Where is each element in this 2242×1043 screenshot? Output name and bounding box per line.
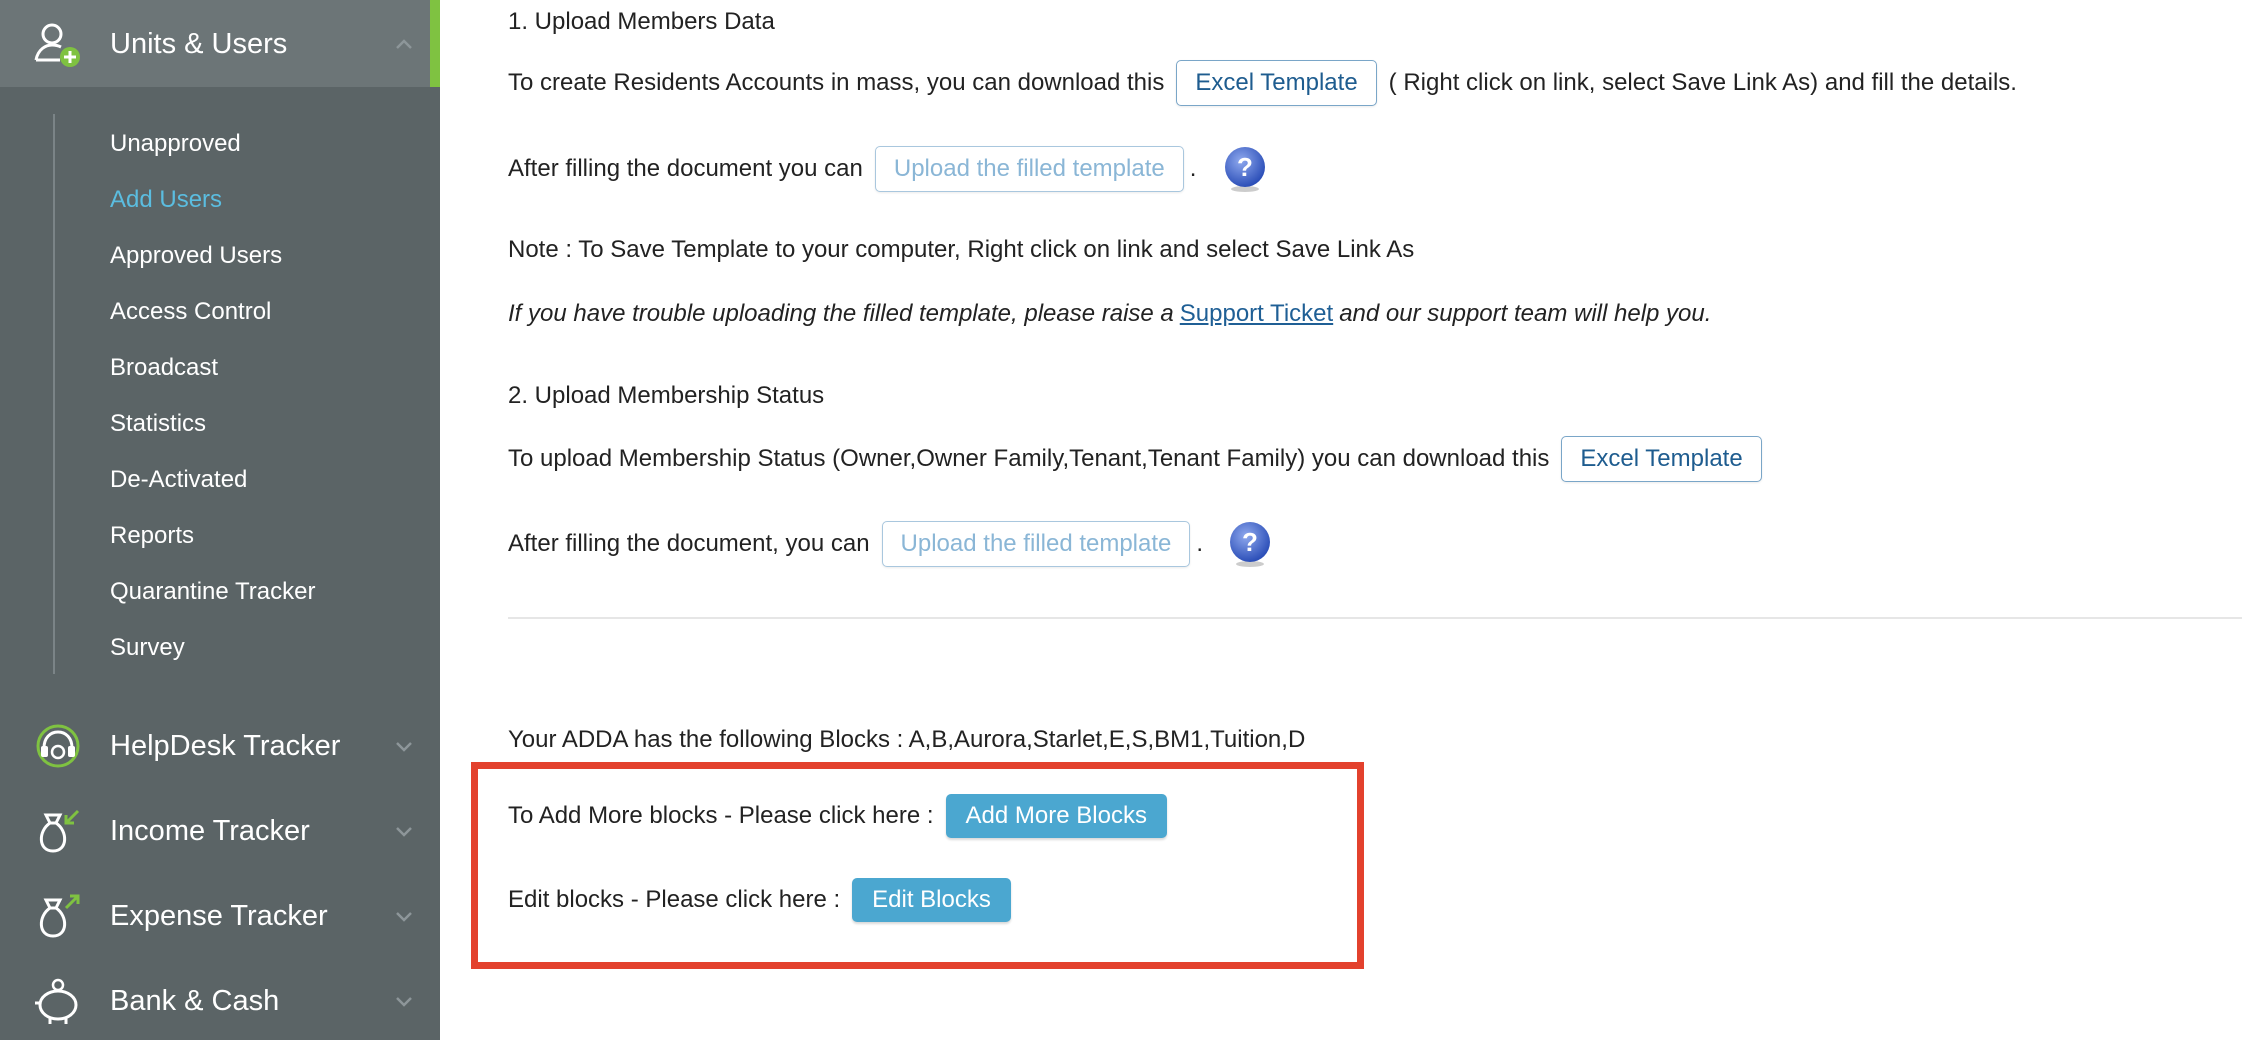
section-heading-upload-membership-status: 2. Upload Membership Status (508, 382, 825, 409)
sidebar-section-units-users[interactable]: Units & Users (0, 2, 440, 86)
chevron-down-icon (396, 827, 412, 837)
sidebar-item-quarantine-tracker[interactable]: Quarantine Tracker (110, 578, 315, 606)
membership-download-row: To upload Membership Status (Owner,Owner… (508, 436, 1762, 482)
sidebar-section-bank-cash[interactable]: Bank & Cash (0, 959, 440, 1043)
membership-download-text: To upload Membership Status (Owner,Owner… (508, 445, 1550, 472)
chevron-down-icon (396, 912, 412, 922)
save-link-instruction-text: ( Right click on link, select Save Link … (1388, 69, 2017, 96)
sidebar-section-expense-tracker[interactable]: Expense Tracker (0, 874, 440, 958)
sidebar-section-label: Income Tracker (110, 814, 310, 847)
sidebar-section-label: Units & Users (110, 27, 288, 60)
piggy-bank-icon (35, 978, 78, 1024)
sidebar: Units & Users Unapproved Add Users Appro… (0, 0, 440, 1040)
sidebar-item-statistics[interactable]: Statistics (110, 410, 206, 438)
trouble-text-prefix: If you have trouble uploading the filled… (508, 300, 1174, 327)
svg-text:?: ? (1237, 152, 1253, 182)
headset-icon (36, 724, 80, 768)
add-more-blocks-button[interactable]: Add More Blocks (945, 794, 1167, 838)
membership-excel-template-button[interactable]: Excel Template (1561, 436, 1762, 482)
edit-blocks-row: Edit blocks - Please click here : Edit B… (508, 878, 1011, 922)
sidebar-section-label: Expense Tracker (110, 899, 328, 932)
submenu-rail (53, 114, 55, 674)
upload-filled-template-button[interactable]: Upload the filled template (874, 146, 1184, 192)
trouble-upload-row: If you have trouble uploading the filled… (508, 300, 1711, 328)
money-bag-in-icon (39, 809, 80, 853)
membership-upload-filled-template-button[interactable]: Upload the filled template (881, 521, 1191, 567)
edit-blocks-text: Edit blocks - Please click here : (508, 886, 841, 913)
money-bag-out-icon (39, 894, 80, 938)
section-divider (508, 617, 2242, 619)
sidebar-item-unapproved[interactable]: Unapproved (110, 130, 241, 158)
add-blocks-text: To Add More blocks - Please click here : (508, 802, 934, 829)
sidebar-section-helpdesk-tracker[interactable]: HelpDesk Tracker (0, 704, 440, 788)
section-heading-upload-members: 1. Upload Members Data (508, 8, 775, 35)
svg-text:?: ? (1242, 527, 1258, 557)
sidebar-item-survey[interactable]: Survey (110, 634, 185, 662)
upload-instruction-text: After filling the document you can (508, 155, 863, 182)
save-template-note: Note : To Save Template to your computer… (508, 236, 1415, 263)
help-icon[interactable]: ? (1225, 519, 1275, 569)
chevron-down-icon (396, 997, 412, 1007)
sidebar-section-label: Bank & Cash (110, 984, 280, 1017)
period-text: . (1196, 530, 1204, 557)
trouble-text-suffix: and our support team will help you. (1339, 300, 1712, 327)
sidebar-item-access-control[interactable]: Access Control (110, 298, 271, 326)
chevron-down-icon (396, 742, 412, 752)
chevron-up-icon (396, 39, 412, 49)
add-blocks-row: To Add More blocks - Please click here :… (508, 794, 1167, 838)
edit-blocks-button[interactable]: Edit Blocks (852, 878, 1011, 922)
help-icon[interactable]: ? (1220, 144, 1270, 194)
period-text: . (1189, 155, 1197, 182)
main-content: 1. Upload Members Data To create Residen… (440, 0, 2242, 1040)
blocks-summary: Your ADDA has the following Blocks : A,B… (508, 726, 1306, 753)
upload-members-upload-row: After filling the document you can Uploa… (508, 144, 1270, 194)
user-add-icon (34, 23, 80, 67)
sidebar-item-de-activated[interactable]: De-Activated (110, 466, 247, 494)
excel-template-button[interactable]: Excel Template (1176, 60, 1377, 106)
sidebar-item-reports[interactable]: Reports (110, 522, 194, 550)
support-ticket-link[interactable]: Support Ticket (1180, 300, 1333, 328)
sidebar-item-broadcast[interactable]: Broadcast (110, 354, 218, 382)
sidebar-item-add-users[interactable]: Add Users (110, 186, 222, 214)
sidebar-section-label: HelpDesk Tracker (110, 729, 341, 762)
sidebar-section-income-tracker[interactable]: Income Tracker (0, 789, 440, 873)
sidebar-item-approved-users[interactable]: Approved Users (110, 242, 282, 270)
upload-members-download-row: To create Residents Accounts in mass, yo… (508, 60, 2017, 106)
membership-upload-text: After filling the document, you can (508, 530, 870, 557)
download-instruction-text: To create Residents Accounts in mass, yo… (508, 69, 1165, 96)
membership-upload-row: After filling the document, you can Uplo… (508, 519, 1275, 569)
